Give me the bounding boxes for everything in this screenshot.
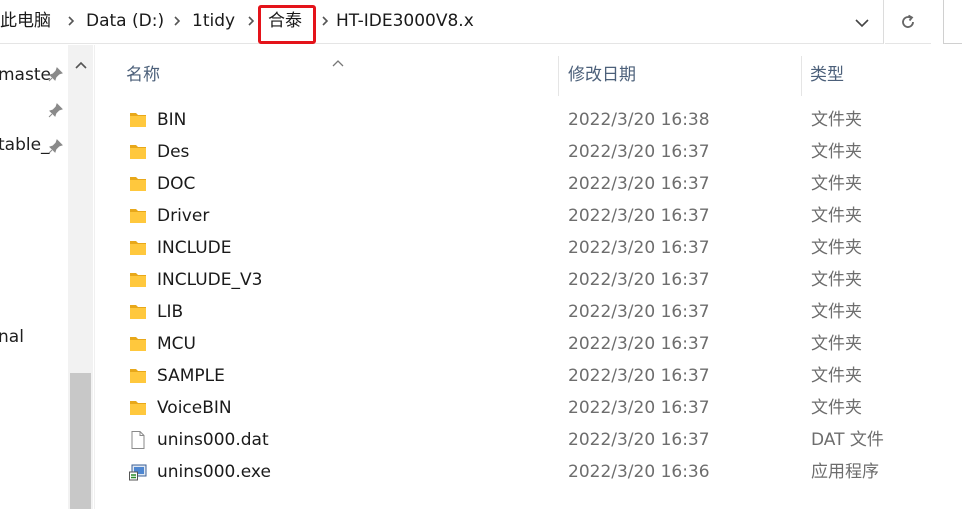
folder-icon [128, 142, 148, 162]
folder-icon [128, 238, 148, 258]
file-type: 文件夹 [811, 302, 862, 322]
file-row[interactable]: INCLUDE 2022/3/20 16:37 文件夹 [96, 232, 962, 264]
file-name[interactable]: MCU [157, 333, 196, 355]
chevron-right-icon[interactable] [66, 13, 76, 29]
file-type: DAT 文件 [811, 430, 884, 450]
chevron-right-icon[interactable] [320, 13, 330, 29]
file-modified-date: 2022/3/20 16:37 [568, 398, 710, 418]
navigation-pane: maste table_ nal [0, 45, 95, 509]
folder-icon [128, 110, 148, 130]
folder-icon [128, 206, 148, 226]
breadcrumb-current-folder[interactable]: HT-IDE3000V8.x [336, 10, 474, 32]
file-row[interactable]: DOC 2022/3/20 16:37 文件夹 [96, 168, 962, 200]
pin-icon[interactable] [48, 66, 64, 82]
file-name[interactable]: INCLUDE_V3 [157, 269, 262, 291]
file-row[interactable]: Des 2022/3/20 16:37 文件夹 [96, 136, 962, 168]
file-row[interactable]: unins000.dat 2022/3/20 16:37 DAT 文件 [96, 424, 962, 456]
file-type: 文件夹 [811, 398, 862, 418]
file-row[interactable]: MCU 2022/3/20 16:37 文件夹 [96, 328, 962, 360]
file-row[interactable]: unins000.exe 2022/3/20 16:36 应用程序 [96, 456, 962, 488]
file-name[interactable]: INCLUDE [157, 237, 232, 259]
breadcrumb-this-pc[interactable]: 此电脑 [0, 10, 51, 32]
folder-icon [128, 270, 148, 290]
file-modified-date: 2022/3/20 16:37 [568, 142, 710, 162]
pin-icon[interactable] [48, 138, 64, 154]
scroll-up-button[interactable] [68, 57, 93, 73]
file-name[interactable]: unins000.dat [157, 429, 269, 451]
sort-ascending-icon [331, 53, 345, 67]
file-type: 文件夹 [811, 366, 862, 386]
chevron-up-icon [74, 61, 87, 69]
refresh-button[interactable] [885, 0, 931, 44]
file-row[interactable]: INCLUDE_V3 2022/3/20 16:37 文件夹 [96, 264, 962, 296]
file-modified-date: 2022/3/20 16:36 [568, 462, 710, 482]
breadcrumb-data-drive[interactable]: Data (D:) [86, 10, 164, 32]
folder-icon [128, 174, 148, 194]
file-type: 文件夹 [811, 110, 862, 130]
chevron-right-icon[interactable] [172, 13, 182, 29]
installer-icon [128, 462, 148, 482]
column-header-date[interactable]: 修改日期 [568, 64, 636, 86]
folder-icon [128, 366, 148, 386]
file-name[interactable]: Des [157, 141, 189, 163]
file-name[interactable]: VoiceBIN [157, 397, 232, 419]
file-name[interactable]: Driver [157, 205, 209, 227]
nav-item-internal[interactable]: nal [0, 326, 24, 348]
file-name[interactable]: unins000.exe [157, 461, 271, 483]
nav-item-master[interactable]: maste [0, 64, 51, 86]
folder-icon [128, 334, 148, 354]
folder-icon [128, 398, 148, 418]
file-row[interactable]: BIN 2022/3/20 16:38 文件夹 [96, 104, 962, 136]
file-modified-date: 2022/3/20 16:38 [568, 110, 710, 130]
file-modified-date: 2022/3/20 16:37 [568, 270, 710, 290]
file-name[interactable]: DOC [157, 173, 195, 195]
highlight-box [258, 5, 316, 44]
nav-item-table[interactable]: table_ [0, 134, 50, 156]
folder-icon [128, 302, 148, 322]
chevron-down-icon [855, 19, 869, 28]
column-header-name[interactable]: 名称 [126, 64, 160, 86]
column-divider[interactable] [558, 56, 559, 96]
file-modified-date: 2022/3/20 16:37 [568, 334, 710, 354]
file-type: 文件夹 [811, 334, 862, 354]
file-type: 文件夹 [811, 238, 862, 258]
file-type: 文件夹 [811, 142, 862, 162]
file-modified-date: 2022/3/20 16:37 [568, 302, 710, 322]
column-divider[interactable] [801, 56, 802, 96]
file-type: 文件夹 [811, 270, 862, 290]
breadcrumb-1tidy[interactable]: 1tidy [192, 10, 235, 32]
nav-scrollbar-thumb[interactable] [70, 373, 91, 509]
file-modified-date: 2022/3/20 16:37 [568, 174, 710, 194]
file-type: 文件夹 [811, 174, 862, 194]
file-row[interactable]: LIB 2022/3/20 16:37 文件夹 [96, 296, 962, 328]
file-modified-date: 2022/3/20 16:37 [568, 206, 710, 226]
file-name[interactable]: BIN [157, 109, 186, 131]
file-type: 应用程序 [811, 462, 879, 482]
refresh-icon [902, 14, 914, 28]
file-row[interactable]: Driver 2022/3/20 16:37 文件夹 [96, 200, 962, 232]
file-name[interactable]: LIB [157, 301, 183, 323]
column-header-type[interactable]: 类型 [810, 64, 844, 86]
file-type: 文件夹 [811, 206, 862, 226]
file-name[interactable]: SAMPLE [157, 365, 225, 387]
file-icon [128, 430, 148, 450]
pin-icon[interactable] [48, 102, 64, 118]
file-row[interactable]: VoiceBIN 2022/3/20 16:37 文件夹 [96, 392, 962, 424]
address-bar[interactable]: 此电脑 Data (D:) 1tidy 合泰 HT-IDE3000V8.x [0, 0, 884, 44]
file-modified-date: 2022/3/20 16:37 [568, 430, 710, 450]
address-history-dropdown[interactable] [850, 12, 874, 34]
search-box[interactable] [943, 0, 962, 44]
file-modified-date: 2022/3/20 16:37 [568, 238, 710, 258]
file-modified-date: 2022/3/20 16:37 [568, 366, 710, 386]
file-row[interactable]: SAMPLE 2022/3/20 16:37 文件夹 [96, 360, 962, 392]
chevron-right-icon[interactable] [246, 13, 256, 29]
